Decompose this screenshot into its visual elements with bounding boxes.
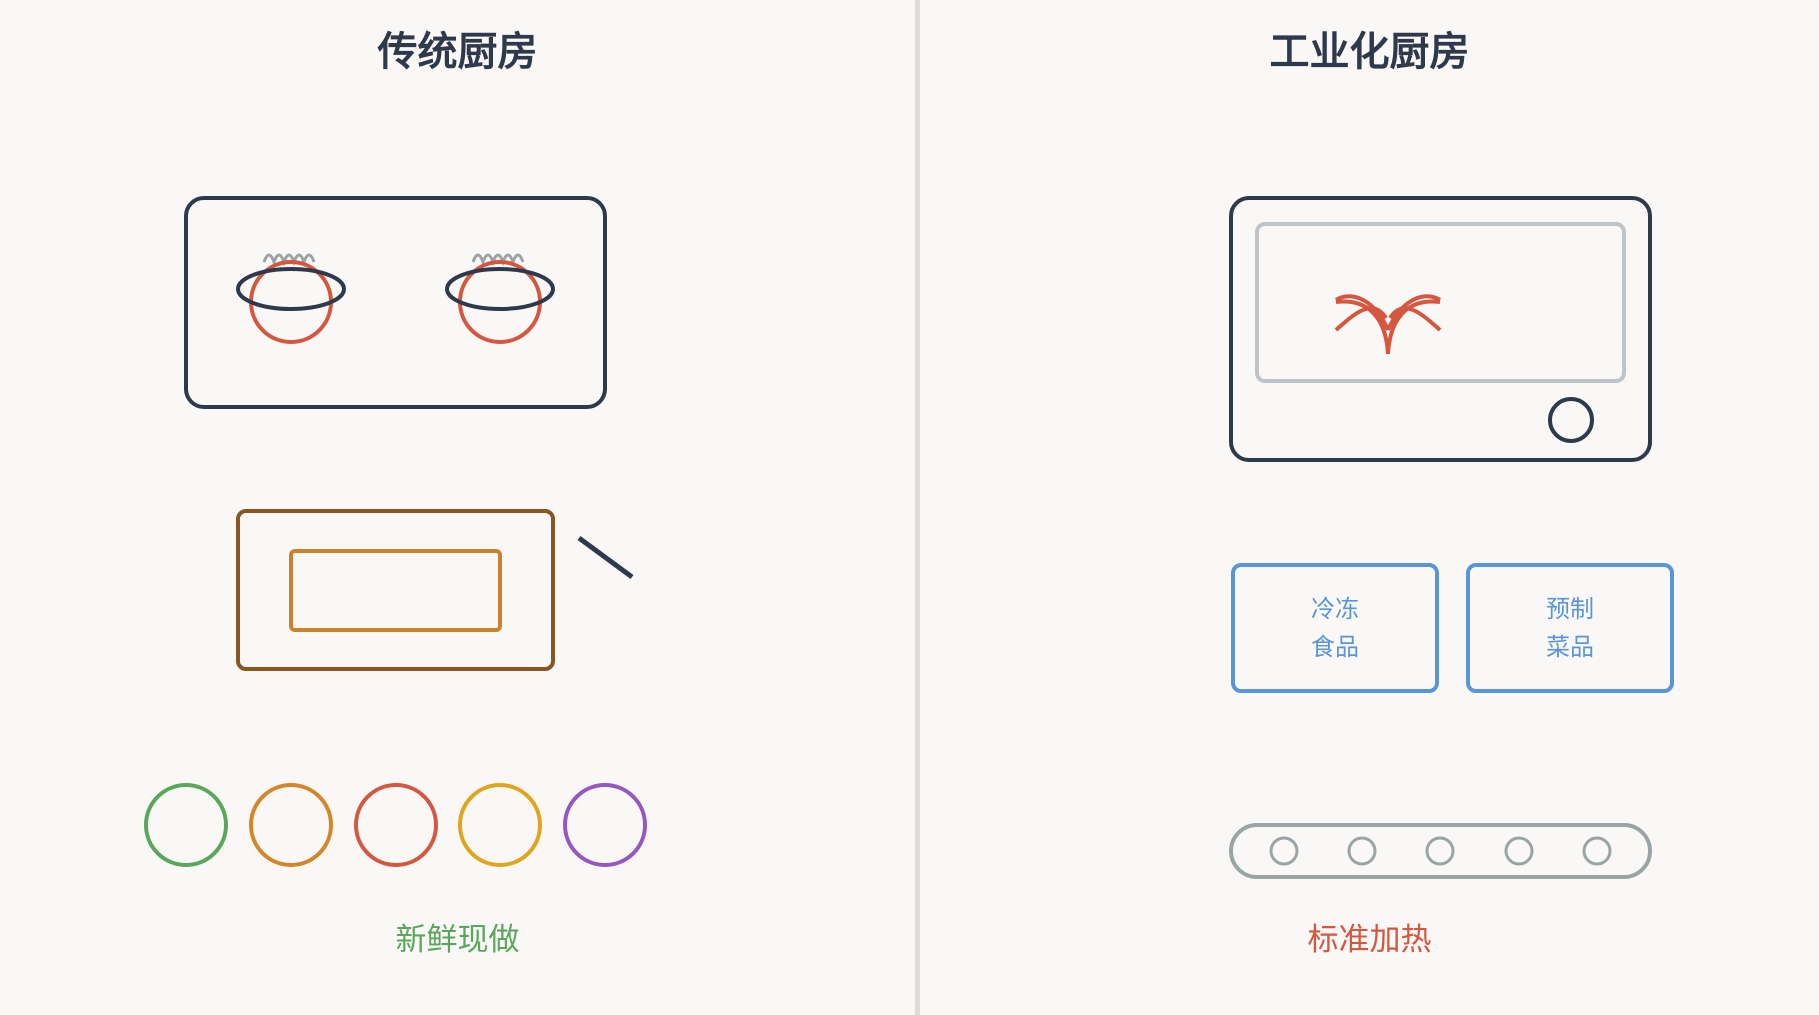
microwave-window	[1255, 222, 1626, 383]
prepared-dish-package: 预制 菜品	[1466, 563, 1674, 693]
stove	[184, 196, 607, 409]
ingredient-circle-4	[458, 783, 542, 867]
traditional-kitchen-illustration	[144, 196, 647, 867]
microwave	[1229, 196, 1652, 462]
knife-icon	[577, 535, 634, 580]
package-label-line1: 冷冻	[1311, 595, 1359, 623]
conveyor-frame	[1229, 823, 1652, 879]
conveyor-belt	[1229, 823, 1652, 879]
cutting-board-inner	[289, 549, 502, 632]
ingredient-circle-5	[563, 783, 647, 867]
cutting-board	[236, 509, 634, 671]
conveyor-roller-2	[1347, 836, 1377, 866]
fresh-ingredients	[144, 783, 647, 867]
package-label-line1: 预制	[1546, 595, 1594, 623]
cutting-board-outer	[236, 509, 555, 671]
frozen-food-package: 冷冻 食品	[1231, 563, 1439, 693]
traditional-kitchen-panel: 传统厨房 新鲜现做	[0, 0, 915, 1015]
ingredient-circle-1	[144, 783, 228, 867]
ingredient-circle-2	[249, 783, 333, 867]
conveyor-roller-4	[1504, 836, 1534, 866]
conveyor-roller-1	[1269, 836, 1299, 866]
industrial-kitchen-caption: 标准加热	[1307, 922, 1432, 958]
package-label-line2: 食品	[1311, 633, 1359, 661]
burner-2	[445, 253, 555, 344]
package-label-line2: 菜品	[1546, 633, 1594, 661]
ingredient-circle-3	[354, 783, 438, 867]
traditional-kitchen-caption: 新鲜现做	[395, 922, 520, 958]
conveyor-roller-3	[1425, 836, 1455, 866]
industrial-kitchen-panel: 工业化厨房 冷冻 食品 预制 菜品 标准加热	[920, 0, 1819, 1015]
comparison-diagram: 传统厨房 新鲜现做 工业化厨房 冷冻 食品 预制 菜品 标准加热	[0, 0, 1819, 1015]
microwave-dial	[1548, 397, 1594, 443]
heat-wave-icon	[1334, 294, 1442, 355]
industrial-kitchen-illustration	[1229, 196, 1652, 879]
conveyor-roller-5	[1582, 836, 1612, 866]
burner-1	[236, 253, 346, 344]
